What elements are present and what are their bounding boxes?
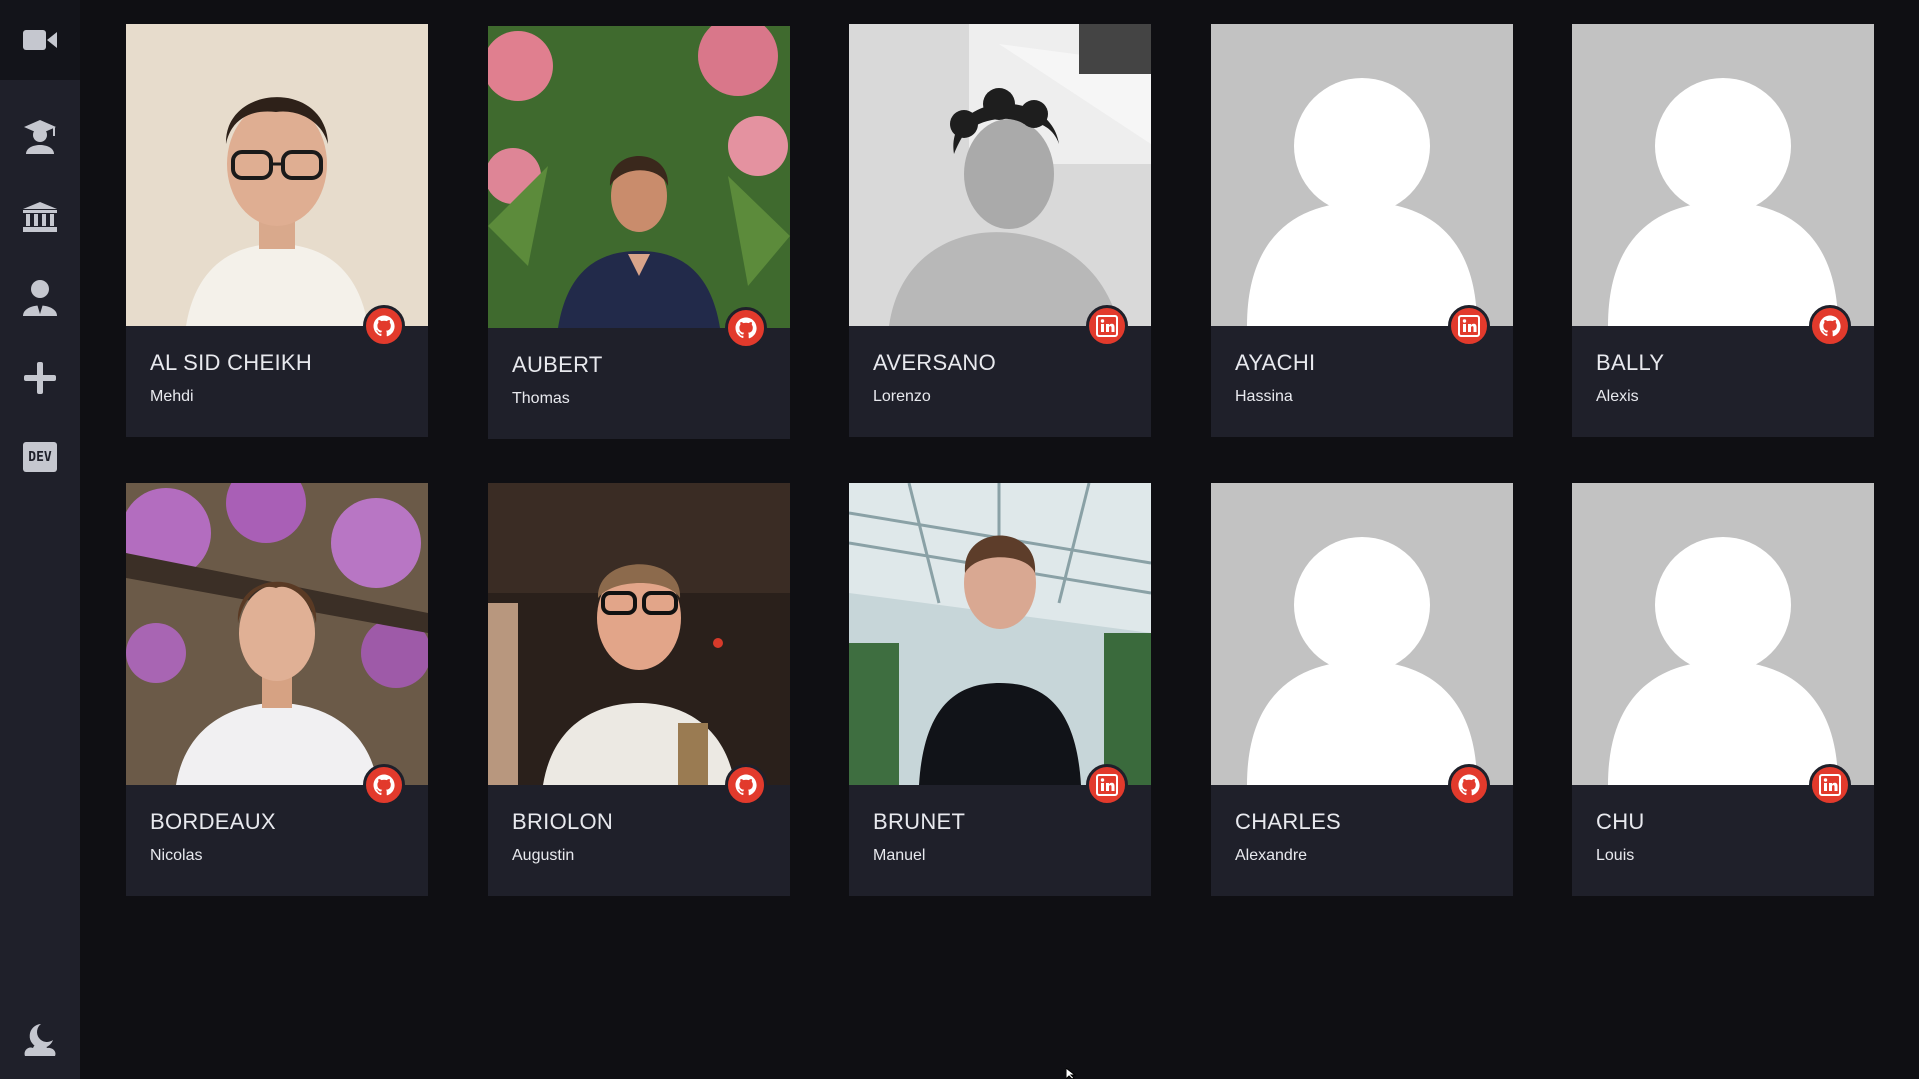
- student-photo: [849, 483, 1151, 785]
- student-last-name: AVERSANO: [873, 350, 997, 375]
- student-card[interactable]: AYACHI Hassina: [1211, 24, 1513, 437]
- student-last-name: BORDEAUX: [150, 809, 276, 834]
- github-icon[interactable]: [363, 305, 405, 347]
- student-first-name: Mehdi: [150, 388, 194, 405]
- student-last-name: AYACHI: [1235, 350, 1316, 375]
- student-last-name: AL SID CHEIKH: [150, 350, 313, 375]
- student-first-name: Alexis: [1596, 388, 1639, 405]
- student-card[interactable]: AL SID CHEIKH Mehdi: [126, 24, 428, 437]
- avatar-placeholder-icon: [1572, 483, 1874, 785]
- student-card[interactable]: BALLY Alexis: [1572, 24, 1874, 437]
- user-tie-icon[interactable]: [0, 273, 80, 323]
- dev-label: DEV: [23, 442, 57, 472]
- linkedin-icon[interactable]: [1809, 764, 1851, 806]
- student-first-name: Thomas: [512, 390, 570, 407]
- student-last-name: CHARLES: [1235, 809, 1342, 834]
- student-first-name: Lorenzo: [873, 388, 931, 405]
- avatar-placeholder-icon: [1211, 483, 1513, 785]
- linkedin-icon[interactable]: [1086, 305, 1128, 347]
- student-photo: [126, 24, 428, 326]
- student-first-name: Hassina: [1235, 388, 1293, 405]
- student-photo: [488, 26, 790, 328]
- student-card[interactable]: AUBERT Thomas: [488, 26, 790, 439]
- student-photo: [126, 483, 428, 785]
- linkedin-icon[interactable]: [1086, 764, 1128, 806]
- student-last-name: AUBERT: [512, 352, 603, 377]
- github-icon[interactable]: [1448, 764, 1490, 806]
- github-icon[interactable]: [725, 307, 767, 349]
- sidebar: DEV: [0, 0, 80, 1079]
- student-first-name: Augustin: [512, 847, 575, 864]
- linkedin-icon[interactable]: [1448, 305, 1490, 347]
- plus-icon[interactable]: [0, 353, 80, 403]
- github-icon[interactable]: [1809, 305, 1851, 347]
- github-icon[interactable]: [363, 764, 405, 806]
- student-first-name: Louis: [1596, 847, 1635, 864]
- student-last-name: CHU: [1596, 809, 1645, 834]
- student-card[interactable]: CHARLES Alexandre: [1211, 483, 1513, 896]
- student-card[interactable]: BRUNET Manuel: [849, 483, 1151, 896]
- student-last-name: BRIOLON: [512, 809, 614, 834]
- github-icon[interactable]: [725, 764, 767, 806]
- student-first-name: Alexandre: [1235, 847, 1308, 864]
- graduate-icon[interactable]: [0, 111, 80, 161]
- avatar-placeholder-icon: [1572, 24, 1874, 326]
- student-last-name: BRUNET: [873, 809, 966, 834]
- student-first-name: Nicolas: [150, 847, 203, 864]
- student-photo: [849, 24, 1151, 326]
- student-first-name: Manuel: [873, 847, 926, 864]
- student-card[interactable]: BORDEAUX Nicolas: [126, 483, 428, 896]
- dev-icon[interactable]: DEV: [0, 432, 80, 482]
- mouse-cursor-icon: [1066, 1068, 1077, 1079]
- institution-icon[interactable]: [0, 192, 80, 242]
- student-card[interactable]: AVERSANO Lorenzo: [849, 24, 1151, 437]
- moon-cloud-icon[interactable]: [0, 1015, 80, 1065]
- student-last-name: BALLY: [1596, 350, 1665, 375]
- student-photo: [488, 483, 790, 785]
- student-card[interactable]: BRIOLON Augustin: [488, 483, 790, 896]
- avatar-placeholder-icon: [1211, 24, 1513, 326]
- student-card[interactable]: CHU Louis: [1572, 483, 1874, 896]
- video-camera-icon[interactable]: [0, 0, 80, 80]
